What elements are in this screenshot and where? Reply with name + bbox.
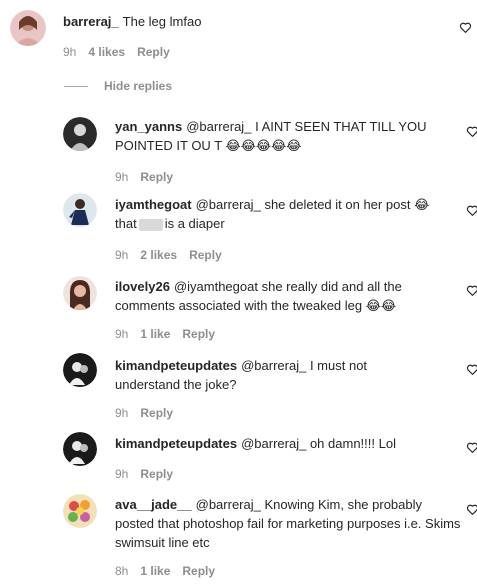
comment-meta: 9h 4 likes Reply [63, 45, 170, 59]
reply-likes[interactable]: 2 likes [140, 248, 177, 262]
reply-username[interactable]: iyamthegoat [115, 197, 192, 212]
mention-link[interactable]: @iyamthegoat [174, 279, 258, 294]
reply-likes[interactable]: 1 like [140, 327, 170, 341]
divider-line [64, 85, 88, 87]
reply-meta: 9h 1 like Reply [115, 327, 215, 341]
reply-text: kimandpeteupdates @barreraj_ I must not u… [115, 356, 435, 394]
mention-link[interactable]: @barreraj_ [241, 436, 306, 451]
reply-button[interactable]: Reply [182, 327, 215, 341]
reply-time[interactable]: 9h [115, 467, 128, 481]
avatar[interactable] [63, 494, 97, 528]
reply-username[interactable]: ilovely26 [115, 279, 170, 294]
reply-time[interactable]: 9h [115, 170, 128, 184]
reply-body: she deleted it on her post [264, 197, 411, 212]
comment-text: barreraj_ The leg lmfao [63, 12, 443, 31]
reply-button[interactable]: Reply [182, 564, 215, 578]
reply-meta: 8h 1 like Reply [115, 564, 215, 578]
heart-outline-icon[interactable] [466, 363, 477, 376]
mention-link[interactable]: @barreraj_ [196, 197, 261, 212]
heart-outline-icon[interactable] [459, 21, 472, 34]
emoji-group: 😂😂😂😂😂 [225, 138, 302, 153]
reply-time[interactable]: 9h [115, 248, 128, 262]
heart-outline-icon[interactable] [466, 125, 477, 138]
heart-outline-icon[interactable] [466, 441, 477, 454]
mention-link[interactable]: @barreraj_ [196, 497, 261, 512]
reply-text: ilovely26 @iyamthegoat she really did and… [115, 277, 445, 315]
mention-link[interactable]: @barreraj_ [241, 358, 306, 373]
reply-username[interactable]: ava__jade__ [115, 497, 192, 512]
reply-time[interactable]: 9h [115, 327, 128, 341]
heart-outline-icon[interactable] [466, 204, 477, 217]
reply-body-line2-end: is a diaper [164, 216, 225, 231]
avatar[interactable] [63, 353, 97, 387]
avatar[interactable] [10, 10, 46, 46]
reply-text: yan_yanns @barreraj_ I AINT SEEN THAT TIL… [115, 117, 435, 155]
comment-time[interactable]: 9h [63, 45, 76, 59]
hide-replies-label[interactable]: Hide replies [104, 79, 172, 93]
comment-username[interactable]: barreraj_ [63, 14, 119, 29]
reply-body-line2-start: that [115, 216, 137, 231]
reply-button[interactable]: Reply [140, 467, 173, 481]
avatar[interactable] [63, 276, 97, 310]
reply-text: iyamthegoat @barreraj_ she deleted it on … [115, 195, 455, 233]
comment-likes[interactable]: 4 likes [88, 45, 125, 59]
emoji-group: 😂😂 [365, 298, 397, 313]
reply-text: ava__jade__ @barreraj_ Knowing Kim, she p… [115, 495, 461, 552]
avatar[interactable] [63, 117, 97, 151]
mention-link[interactable]: @barreraj_ [186, 119, 251, 134]
reply-button[interactable]: Reply [140, 170, 173, 184]
reply-meta: 9h Reply [115, 170, 173, 184]
hide-replies[interactable]: Hide replies [64, 79, 172, 93]
reply-time[interactable]: 9h [115, 406, 128, 420]
heart-outline-icon[interactable] [466, 284, 477, 297]
avatar[interactable] [63, 193, 97, 227]
comment-body: The leg lmfao [122, 14, 202, 29]
reply-meta: 9h 2 likes Reply [115, 248, 222, 262]
heart-outline-icon[interactable] [466, 503, 477, 516]
reply-button[interactable]: Reply [137, 45, 170, 59]
reply-username[interactable]: kimandpeteupdates [115, 358, 237, 373]
redacted-block [138, 218, 163, 231]
emoji-group: 😂 [414, 197, 430, 212]
reply-time[interactable]: 8h [115, 564, 128, 578]
reply-meta: 9h Reply [115, 406, 173, 420]
reply-button[interactable]: Reply [140, 406, 173, 420]
reply-body: oh damn!!!! Lol [309, 436, 396, 451]
reply-likes[interactable]: 1 like [140, 564, 170, 578]
reply-username[interactable]: kimandpeteupdates [115, 436, 237, 451]
reply-button[interactable]: Reply [189, 248, 222, 262]
reply-text: kimandpeteupdates @barreraj_ oh damn!!!! … [115, 434, 455, 453]
reply-meta: 9h Reply [115, 467, 173, 481]
avatar[interactable] [63, 432, 97, 466]
reply-username[interactable]: yan_yanns [115, 119, 182, 134]
